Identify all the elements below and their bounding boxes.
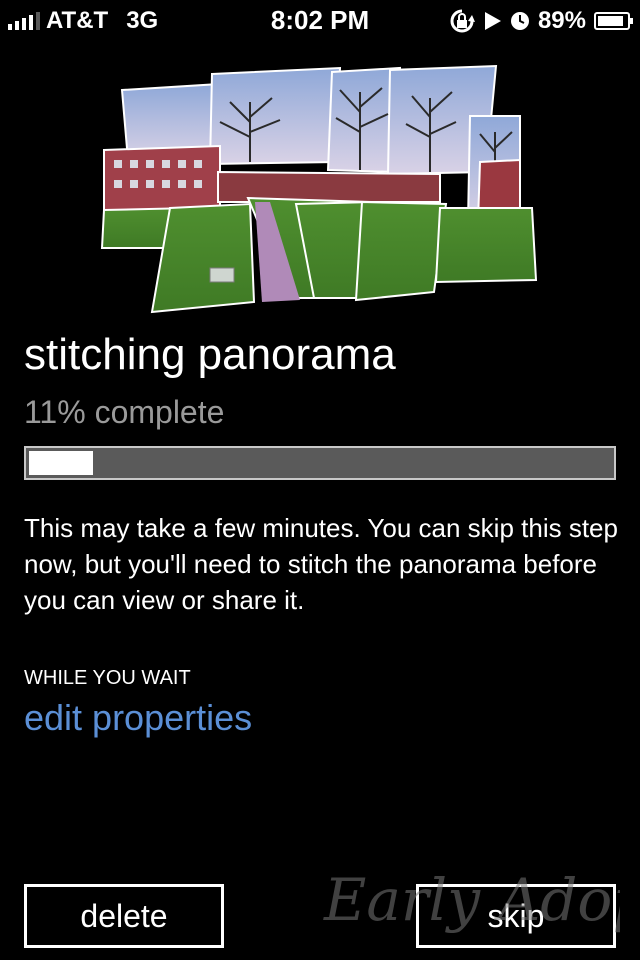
panorama-preview-image [100,64,538,314]
battery-percent: 89% [537,7,586,34]
progress-bar [24,446,616,480]
progress-text: 11% complete [24,394,225,430]
progress-bar-fill [29,451,93,475]
rotation-lock-icon [450,9,475,33]
description-text: This may take a few minutes. You can ski… [24,513,618,615]
play-icon [484,12,501,30]
battery-icon [594,12,633,30]
battery-level-fill [598,16,623,26]
edit-properties-link[interactable]: edit properties [24,697,252,739]
skip-button[interactable]: skip [416,884,616,948]
status-bar: AT&T 3G 8:02 PM 89% [0,0,640,40]
page-title: stitching panorama [24,330,396,379]
while-you-wait-label: WHILE YOU WAIT [24,667,191,689]
delete-button[interactable]: delete [24,884,224,948]
clock-icon [510,12,529,30]
status-right: 89% [448,7,633,35]
